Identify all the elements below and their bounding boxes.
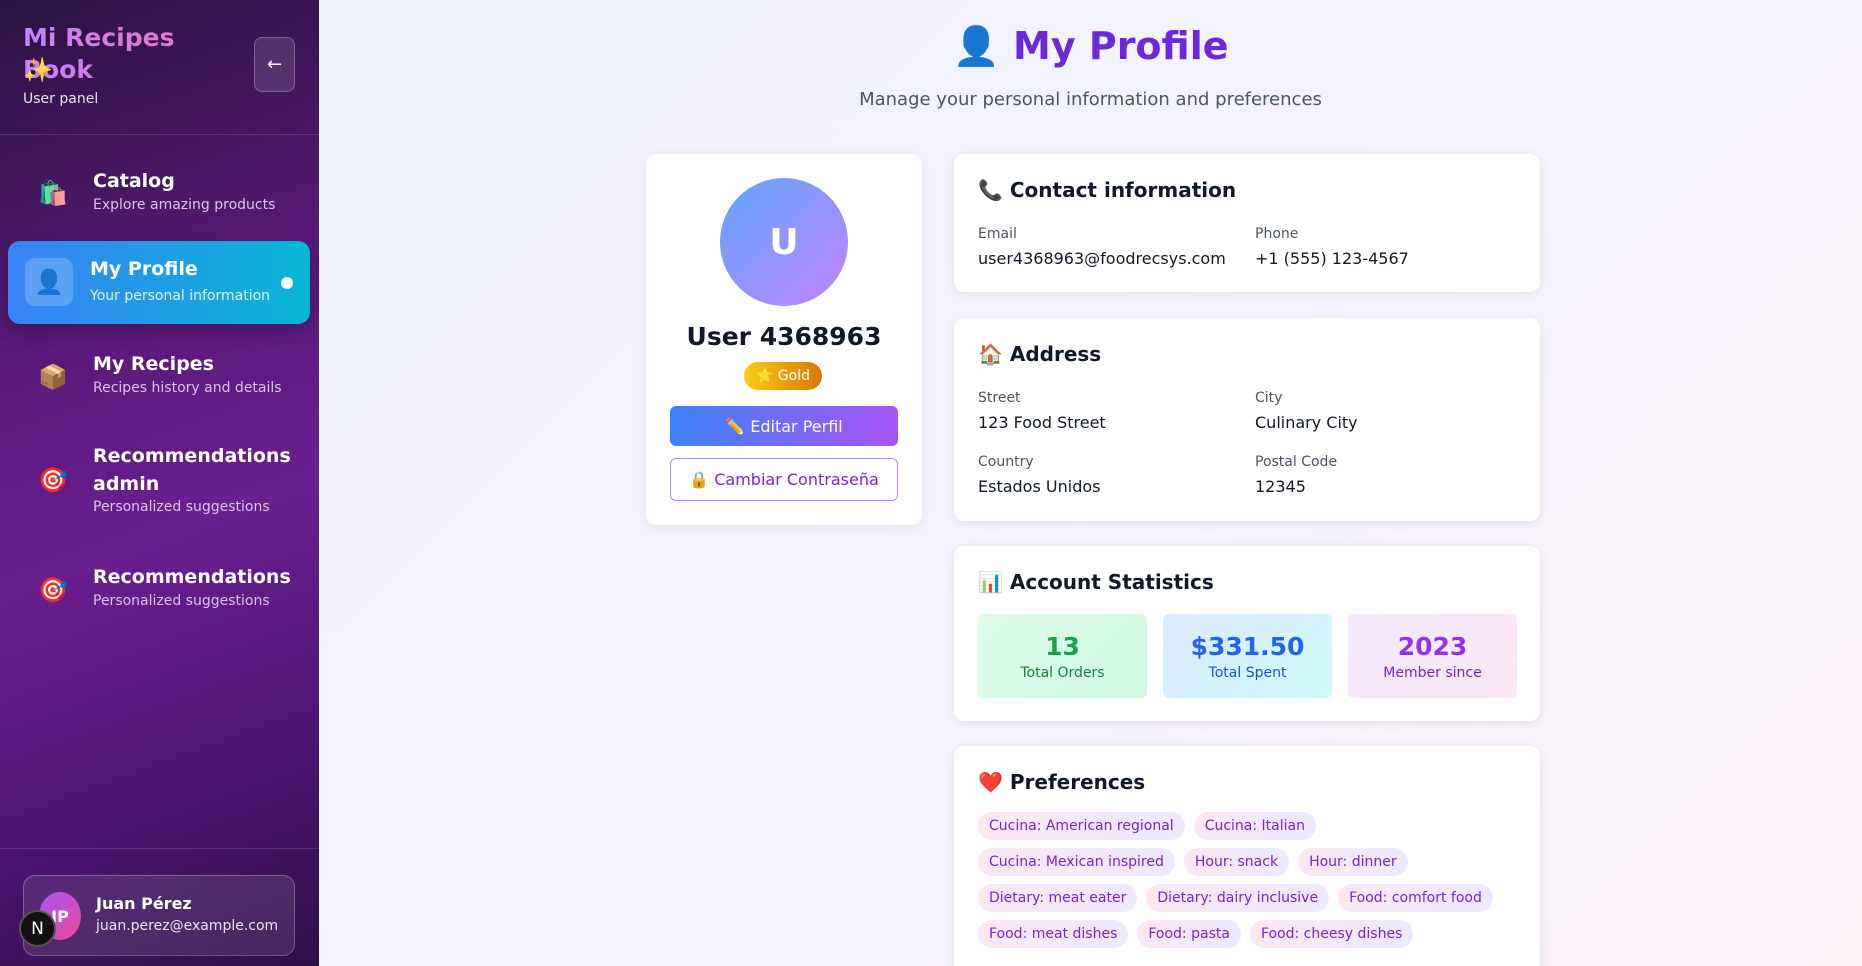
change-password-button[interactable]: 🔒 Cambiar Contraseña <box>670 458 898 501</box>
sidebar-item-recommendations[interactable]: 🎯 Recommendations Personalized suggestio… <box>8 551 310 631</box>
sidebar-item-catalog[interactable]: 🛍️ Catalog Explore amazing products <box>8 154 310 234</box>
sidebar-footer: JP Juan Pérez juan.perez@example.com <box>0 848 319 966</box>
next-dev-indicator-button[interactable]: N <box>19 910 56 947</box>
sidebar-subtitle: User panel <box>23 91 99 107</box>
user-name: Juan Pérez <box>96 894 192 913</box>
preference-tag: Food: comfort food <box>1338 884 1493 912</box>
active-indicator-dot <box>281 277 293 289</box>
sidebar-item-my-profile[interactable]: 👤 My Profile Your personal information <box>8 241 310 324</box>
preference-tag: Food: pasta <box>1137 920 1241 948</box>
sidebar-item-desc: Personalized suggestions <box>93 499 270 515</box>
profile-avatar: U <box>720 178 848 306</box>
contact-card: 📞 Contact information Email user4368963@… <box>954 154 1540 292</box>
arrow-left-icon: ← <box>266 54 283 75</box>
sidebar-item-my-recipes[interactable]: 📦 My Recipes Recipes history and details <box>8 338 310 418</box>
collapse-sidebar-button[interactable]: ← <box>254 37 295 92</box>
sidebar-item-label: My Profile <box>90 258 198 280</box>
postal-code-value: 12345 <box>1255 477 1306 496</box>
sidebar-item-label: Recommendations <box>93 566 291 588</box>
preference-tag: Food: meat dishes <box>978 920 1129 948</box>
sidebar: Mi Recipes Book ✨ User panel ← 🛍️ Catalo… <box>0 0 319 966</box>
brand-title: Mi Recipes Book <box>23 22 253 86</box>
user-icon: 👤 <box>25 258 73 306</box>
sidebar-item-label: Recommendations admin <box>93 445 291 495</box>
user-email: juan.perez@example.com <box>96 918 279 934</box>
postal-code-label: Postal Code <box>1255 454 1338 470</box>
email-label: Email <box>978 226 1017 242</box>
preference-tag: Dietary: dairy inclusive <box>1146 884 1330 912</box>
sidebar-item-recommendations-admin[interactable]: 🎯 Recommendations admin Personalized sug… <box>8 430 310 530</box>
sidebar-item-label: My Recipes <box>93 353 214 375</box>
sidebar-item-desc: Your personal information <box>90 288 271 304</box>
total-orders-value: 13 <box>1045 632 1080 661</box>
preference-tag: Cucina: Italian <box>1193 812 1316 840</box>
country-label: Country <box>978 454 1034 470</box>
profile-card: U User 4368963 ⭐ Gold ✏️ Editar Perfil 🔒… <box>646 154 922 525</box>
membership-tier-badge: ⭐ Gold <box>744 362 822 390</box>
country-value: Estados Unidos <box>978 477 1101 496</box>
total-spent-stat: $331.50 Total Spent <box>1163 614 1332 698</box>
account-statistics-card: 📊 Account Statistics 13 Total Orders $33… <box>954 546 1540 721</box>
sidebar-header: Mi Recipes Book ✨ User panel ← <box>0 0 319 135</box>
total-spent-label: Total Spent <box>1208 665 1287 681</box>
city-value: Culinary City <box>1255 413 1358 432</box>
target-icon: 🎯 <box>38 576 68 604</box>
user-card[interactable]: JP Juan Pérez juan.perez@example.com <box>23 875 295 956</box>
package-icon: 📦 <box>38 363 68 391</box>
page-title: 👤 My Profile <box>319 24 1862 69</box>
email-value: user4368963@foodrecsys.com <box>978 249 1226 268</box>
total-orders-label: Total Orders <box>1020 665 1105 681</box>
sidebar-item-desc: Personalized suggestions <box>93 593 270 609</box>
preference-tag: Dietary: meat eater <box>978 884 1138 912</box>
preference-tag: Cucina: Mexican inspired <box>978 848 1175 876</box>
sidebar-item-desc: Recipes history and details <box>93 380 282 396</box>
profile-name: User 4368963 <box>686 322 882 351</box>
phone-value: +1 (555) 123-4567 <box>1255 249 1409 268</box>
address-card: 🏠 Address Street 123 Food Street City Cu… <box>954 318 1540 521</box>
sparkle-icon: ✨ <box>23 56 53 84</box>
street-label: Street <box>978 390 1021 406</box>
phone-label: Phone <box>1255 226 1299 242</box>
preference-tag: Hour: dinner <box>1298 848 1408 876</box>
sidebar-item-desc: Explore amazing products <box>93 197 276 213</box>
city-label: City <box>1255 390 1283 406</box>
page-subtitle: Manage your personal information and pre… <box>859 89 1322 110</box>
sidebar-item-label: Catalog <box>93 170 175 192</box>
user-icon: 👤 <box>952 24 1000 68</box>
member-since-label: Member since <box>1383 665 1482 681</box>
edit-profile-button[interactable]: ✏️ Editar Perfil <box>670 406 898 446</box>
total-spent-value: $331.50 <box>1190 632 1305 661</box>
statistics-title: 📊 Account Statistics <box>978 570 1214 594</box>
main-content: 👤 My Profile Manage your personal inform… <box>319 0 1862 966</box>
preferences-card: ❤️ Preferences Cucina: American regional… <box>954 746 1540 966</box>
preference-tag: Food: cheesy dishes <box>1249 920 1414 948</box>
shopping-bags-icon: 🛍️ <box>38 179 68 207</box>
address-title: 🏠 Address <box>978 342 1102 366</box>
preference-tag: Hour: snack <box>1183 848 1290 876</box>
street-value: 123 Food Street <box>978 413 1106 432</box>
member-since-value: 2023 <box>1397 632 1468 661</box>
preference-tags: Cucina: American regional Cucina: Italia… <box>978 812 1518 948</box>
total-orders-stat: 13 Total Orders <box>978 614 1147 698</box>
member-since-stat: 2023 Member since <box>1348 614 1517 698</box>
page-title-text: My Profile <box>1013 24 1229 68</box>
target-icon: 🎯 <box>38 466 68 494</box>
preferences-title: ❤️ Preferences <box>978 770 1146 794</box>
contact-title: 📞 Contact information <box>978 178 1237 202</box>
preference-tag: Cucina: American regional <box>978 812 1185 840</box>
